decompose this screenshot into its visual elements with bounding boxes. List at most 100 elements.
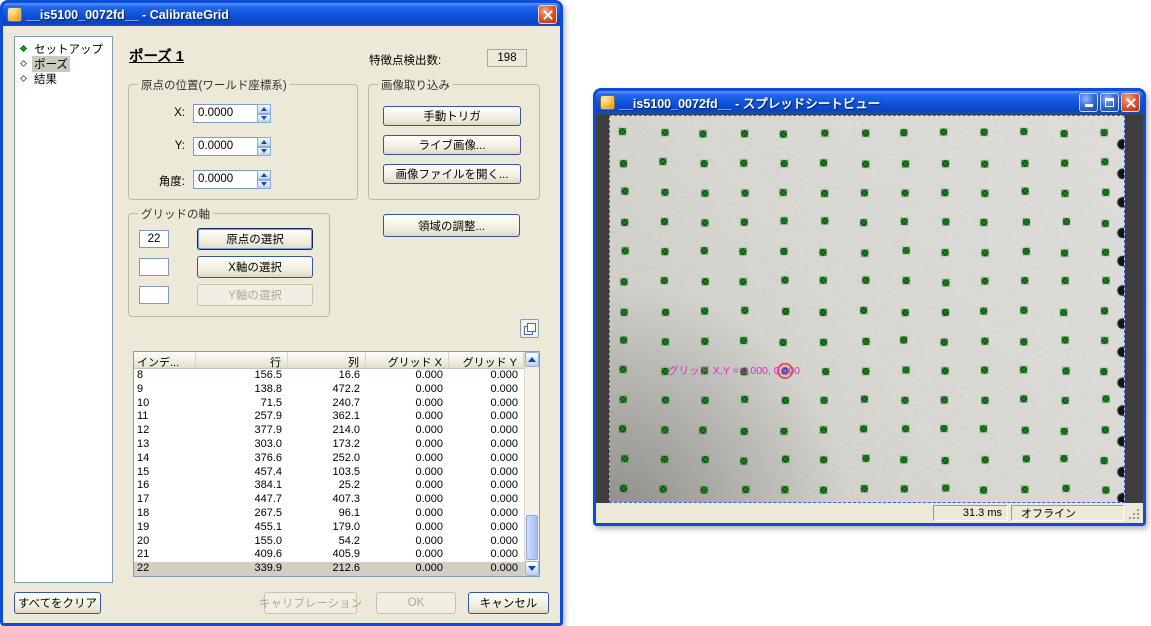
table-row[interactable]: 13303.0173.20.0000.000: [134, 438, 524, 452]
table-cell: 0.000: [449, 493, 524, 507]
table-row[interactable]: 14376.6252.00.0000.000: [134, 452, 524, 466]
close-button[interactable]: [538, 5, 557, 24]
scrollbar-thumb[interactable]: [526, 515, 538, 560]
sidebar-item-label: セットアップ: [32, 41, 105, 57]
spin-down-button[interactable]: [257, 147, 271, 157]
resize-grip[interactable]: [1127, 505, 1140, 521]
dialog-body: セットアップポーズ結果 ポーズ 1 特徴点検出数: 198 原点の位置(ワールド…: [3, 26, 560, 623]
table-cell: 0.000: [366, 493, 449, 507]
calibrate-grid-titlebar[interactable]: __is5100_0072fd__ - CalibrateGrid: [3, 3, 560, 26]
sidebar-item[interactable]: セットアップ: [17, 41, 110, 56]
spreadsheet-view-window: __is5100_0072fd__ - スプレッドシートビュー グリッド X,Y…: [593, 88, 1146, 526]
table-scrollbar[interactable]: [524, 352, 539, 576]
clear-all-button[interactable]: すべてをクリア: [14, 592, 101, 614]
table-cell: 0.000: [449, 521, 524, 535]
table-cell: 0.000: [366, 562, 449, 576]
column-header[interactable]: 列: [288, 352, 366, 368]
calibration-grid-image[interactable]: [610, 116, 1124, 502]
spin-up-button[interactable]: [257, 104, 271, 114]
coordinate-row: Y:0.0000: [129, 137, 357, 156]
manual-trigger-button[interactable]: 手動トリガ: [383, 106, 521, 126]
scroll-down-button[interactable]: [525, 561, 539, 576]
select-origin-button[interactable]: 原点の選択: [197, 228, 313, 250]
table-row[interactable]: 18267.596.10.0000.000: [134, 507, 524, 521]
table-cell: 14: [134, 452, 196, 466]
spreadsheet-view-titlebar[interactable]: __is5100_0072fd__ - スプレッドシートビュー: [596, 91, 1143, 114]
window-title: __is5100_0072fd__ - CalibrateGrid: [26, 8, 536, 22]
sidebar-item[interactable]: 結果: [17, 71, 110, 86]
up-arrow-icon: [261, 140, 267, 144]
table-cell: 405.9: [288, 548, 366, 562]
table-cell: 267.5: [196, 507, 288, 521]
calibration-button[interactable]: キャリブレーション: [264, 592, 357, 614]
table-row[interactable]: 16384.125.20.0000.000: [134, 479, 524, 493]
close-button[interactable]: [1121, 93, 1140, 112]
live-image-button[interactable]: ライブ画像...: [383, 135, 521, 155]
down-arrow-icon: [261, 182, 267, 186]
coordinate-input[interactable]: 0.0000: [193, 170, 257, 189]
table-row[interactable]: 20155.054.20.0000.000: [134, 535, 524, 549]
sidebar-item-label: ポーズ: [32, 56, 70, 72]
up-arrow-icon: [261, 107, 267, 111]
table-cell: 409.6: [196, 548, 288, 562]
table-cell: 16.6: [288, 369, 366, 383]
coordinate-input[interactable]: 0.0000: [193, 104, 257, 123]
spin-up-button[interactable]: [257, 170, 271, 180]
column-header[interactable]: 行: [196, 352, 288, 368]
cancel-button[interactable]: キャンセル: [468, 592, 549, 614]
up-arrow-icon: [261, 173, 267, 177]
duplicate-view-button[interactable]: [520, 319, 539, 338]
axis-index-field[interactable]: [139, 258, 169, 276]
table-cell: 11: [134, 410, 196, 424]
table-cell: 447.7: [196, 493, 288, 507]
spin-down-button[interactable]: [257, 114, 271, 124]
table-row[interactable]: 12377.9214.00.0000.000: [134, 424, 524, 438]
ok-button[interactable]: OK: [376, 592, 456, 614]
table-cell: 54.2: [288, 535, 366, 549]
table-cell: 103.5: [288, 466, 366, 480]
table-row[interactable]: 11257.9362.10.0000.000: [134, 410, 524, 424]
select-y-axis-button[interactable]: Y軸の選択: [197, 284, 313, 306]
table-row[interactable]: 1071.5240.70.0000.000: [134, 397, 524, 411]
table-cell: 71.5: [196, 397, 288, 411]
table-body[interactable]: 8156.516.60.0000.0009138.8472.20.0000.00…: [134, 369, 524, 576]
column-header[interactable]: グリッド Y: [449, 352, 524, 368]
adjust-region-button[interactable]: 領域の調整...: [383, 214, 520, 237]
scrollbar-track[interactable]: [525, 367, 539, 561]
table-cell: 0.000: [366, 397, 449, 411]
spinner: [257, 170, 271, 189]
maximize-button[interactable]: [1100, 93, 1119, 112]
table-cell: 0.000: [366, 424, 449, 438]
column-header[interactable]: インデ...: [134, 352, 196, 368]
selection-frame[interactable]: グリッド X,Y = 0.000, 0.000: [609, 115, 1125, 503]
table-row[interactable]: 19455.1179.00.0000.000: [134, 521, 524, 535]
spin-up-button[interactable]: [257, 137, 271, 147]
minimize-button[interactable]: [1079, 93, 1098, 112]
table-row[interactable]: 9138.8472.20.0000.000: [134, 383, 524, 397]
open-image-file-button[interactable]: 画像ファイルを開く...: [383, 164, 521, 184]
select-x-axis-button[interactable]: X軸の選択: [197, 256, 313, 278]
scroll-up-button[interactable]: [525, 352, 539, 367]
table-row[interactable]: 17447.7407.30.0000.000: [134, 493, 524, 507]
column-header[interactable]: グリッド X: [366, 352, 449, 368]
minimize-icon: [1085, 98, 1093, 107]
pose-heading: ポーズ 1: [129, 45, 184, 66]
axis-index-field[interactable]: [139, 286, 169, 304]
axes-group-title: グリッドの軸: [138, 206, 213, 222]
axis-index-field[interactable]: 22: [139, 230, 169, 248]
table-cell: 19: [134, 521, 196, 535]
table-row[interactable]: 22339.9212.60.0000.000: [134, 562, 524, 576]
coordinate-input[interactable]: 0.0000: [193, 137, 257, 156]
table-row[interactable]: 8156.516.60.0000.000: [134, 369, 524, 383]
table-cell: 214.0: [288, 424, 366, 438]
origin-position-group: 原点の位置(ワールド座標系) X:0.0000Y:0.0000角度:0.0000: [128, 84, 358, 200]
coordinate-field: 0.0000: [193, 104, 271, 123]
table-row[interactable]: 21409.6405.90.0000.000: [134, 548, 524, 562]
table-row[interactable]: 15457.4103.50.0000.000: [134, 466, 524, 480]
sidebar-item[interactable]: ポーズ: [17, 56, 110, 71]
coordinate-row: 角度: 0.0000: [129, 170, 357, 189]
spin-down-button[interactable]: [257, 180, 271, 190]
field-label: 角度:: [129, 173, 185, 189]
spinner: [257, 104, 271, 123]
table-cell: 362.1: [288, 410, 366, 424]
